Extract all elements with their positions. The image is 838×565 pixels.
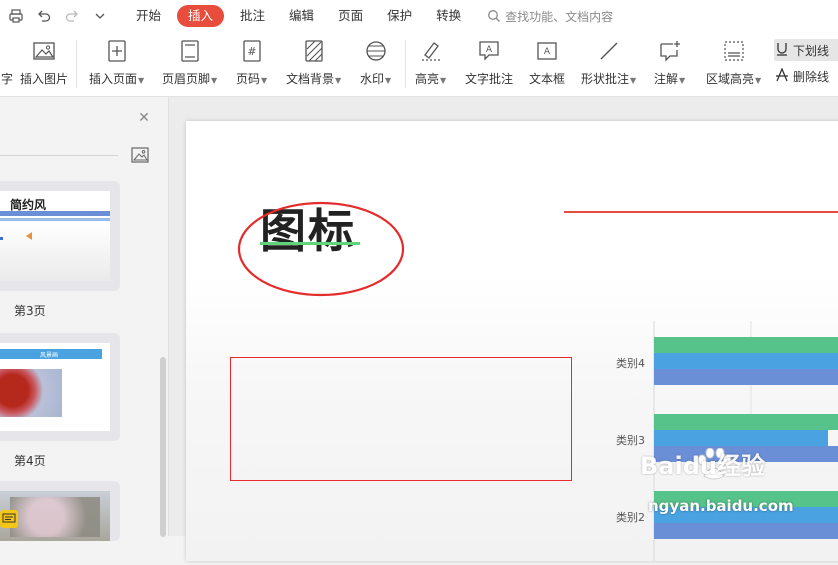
- insert-page-icon: [104, 38, 130, 64]
- page-number-label: 页码: [236, 72, 261, 86]
- thumbnail-page-4[interactable]: 风景画: [0, 333, 120, 441]
- annotation-button[interactable]: 注解▼: [654, 38, 685, 87]
- chevron-down-icon[interactable]: [88, 4, 112, 28]
- ribbon-partial-button[interactable]: 字: [0, 38, 20, 87]
- tab-comment[interactable]: 批注: [228, 5, 277, 27]
- panel-divider: [0, 155, 118, 156]
- category-label: 类别4: [616, 357, 645, 370]
- tab-protect[interactable]: 保护: [375, 5, 424, 27]
- ribbon-partial-label: 字: [0, 72, 13, 86]
- image-icon[interactable]: [131, 147, 149, 163]
- annotation-label: 注解: [654, 72, 679, 86]
- watermark-label: 水印: [360, 72, 385, 86]
- tab-start[interactable]: 开始: [124, 5, 173, 27]
- header-footer-label: 页眉页脚: [162, 72, 211, 86]
- close-icon[interactable]: ✕: [137, 111, 151, 125]
- category-label: 类别2: [616, 511, 645, 524]
- slide-page: 图标 类别4 类别3 类别2: [186, 121, 838, 561]
- thumbnail-image: 风景画: [0, 343, 110, 431]
- highlighter-icon: [418, 38, 444, 64]
- thumbnail-page-5[interactable]: [0, 481, 120, 541]
- panel-scrollbar[interactable]: [160, 357, 166, 537]
- strikethrough-icon: [774, 66, 790, 85]
- underline-icon: [774, 42, 790, 59]
- page-label: 第4页: [14, 454, 46, 468]
- bar-cat4-series1: [654, 337, 838, 353]
- ribbon-toolbar: 字 插入图片 插入页面▼ 页眉页脚▼ # 页码▼ 文档背景▼ 水印▼ 高亮▼ A…: [0, 32, 838, 97]
- watermark-url: ngyan.baidu.com: [648, 497, 794, 515]
- text-comment-button[interactable]: A 文字批注: [465, 38, 513, 87]
- svg-text:#: #: [247, 45, 256, 58]
- watermark-button[interactable]: 水印▼: [360, 38, 391, 87]
- area-highlight-icon: [721, 38, 747, 64]
- shape-comment-label: 形状批注: [581, 72, 630, 86]
- highlight-label: 高亮: [415, 72, 440, 86]
- print-icon[interactable]: [4, 4, 28, 28]
- underline-button[interactable]: 下划线: [774, 39, 838, 61]
- tab-convert[interactable]: 转换: [424, 5, 473, 27]
- insert-image-label: 插入图片: [20, 72, 69, 86]
- watermark-icon: [363, 38, 389, 64]
- bar-cat4-series3: [654, 369, 838, 385]
- strikethrough-button[interactable]: 删除线: [774, 65, 838, 87]
- shape-comment-button[interactable]: 形状批注▼: [581, 38, 636, 87]
- ribbon-separator: [76, 40, 77, 88]
- red-ellipse-annotation[interactable]: [236, 201, 406, 301]
- watermark-brand: Baidu经验: [640, 452, 765, 480]
- doc-background-label: 文档背景: [286, 72, 335, 86]
- bar-chart: 类别4 类别3 类别2: [586, 321, 838, 561]
- header-footer-button[interactable]: 页眉页脚▼: [162, 38, 217, 87]
- highlight-button[interactable]: 高亮▼: [415, 38, 446, 87]
- red-rectangle-annotation[interactable]: [230, 357, 572, 481]
- strikethrough-label: 删除线: [793, 69, 830, 84]
- background-icon: [301, 38, 327, 64]
- thumbnail-image: 简约风: [0, 191, 110, 281]
- underline-label: 下划线: [793, 43, 830, 58]
- bar-cat3-series1: [654, 414, 838, 430]
- doc-background-button[interactable]: 文档背景▼: [286, 38, 341, 87]
- textbox-icon: A: [534, 38, 560, 64]
- text-comment-label: 文字批注: [465, 72, 514, 86]
- svg-text:A: A: [544, 47, 551, 57]
- redo-icon[interactable]: [60, 4, 84, 28]
- textbox-button[interactable]: A 文本框: [529, 38, 565, 87]
- menu-bar: 开始 插入 批注 编辑 页面 保护 转换 查找功能、文档内容: [0, 0, 838, 32]
- textbox-label: 文本框: [529, 72, 566, 86]
- insert-image-button[interactable]: 插入图片: [20, 38, 68, 87]
- page-label: 第3页: [14, 304, 46, 318]
- tab-page[interactable]: 页面: [326, 5, 375, 27]
- quick-access-toolbar: [0, 4, 112, 28]
- tab-insert[interactable]: 插入: [177, 5, 225, 27]
- text-comment-icon: A: [476, 38, 502, 64]
- svg-text:A: A: [486, 45, 493, 55]
- search-placeholder: 查找功能、文档内容: [505, 9, 614, 24]
- red-line-annotation[interactable]: [564, 211, 838, 213]
- ribbon-separator: [405, 40, 406, 88]
- comment-badge-icon[interactable]: [0, 510, 18, 528]
- bar-cat3-series2: [654, 430, 828, 446]
- header-footer-icon: [177, 38, 203, 64]
- image-icon: [31, 38, 57, 64]
- undo-icon[interactable]: [32, 4, 56, 28]
- bar-cat2-series3: [654, 523, 838, 539]
- annotation-icon: [657, 38, 683, 64]
- search-icon: [488, 10, 501, 22]
- bar-cat4-series2: [654, 353, 838, 369]
- thumbnail-page-3[interactable]: 简约风: [0, 181, 120, 291]
- area-highlight-label: 区域高亮: [706, 72, 755, 86]
- area-highlight-button[interactable]: 区域高亮▼: [706, 38, 761, 87]
- line-shape-icon: [596, 38, 622, 64]
- page-number-icon: #: [239, 38, 265, 64]
- insert-page-button[interactable]: 插入页面▼: [89, 38, 144, 87]
- insert-page-label: 插入页面: [89, 72, 138, 86]
- tab-edit[interactable]: 编辑: [277, 5, 326, 27]
- search-box[interactable]: 查找功能、文档内容: [487, 8, 613, 25]
- thumbnail-panel: ✕ 简约风 第3页 风景画 第4页: [0, 97, 169, 541]
- page-number-button[interactable]: # 页码▼: [236, 38, 267, 87]
- thumbnail-title: 风景画: [40, 352, 59, 359]
- menu-tabs: 开始 插入 批注 编辑 页面 保护 转换: [124, 5, 473, 27]
